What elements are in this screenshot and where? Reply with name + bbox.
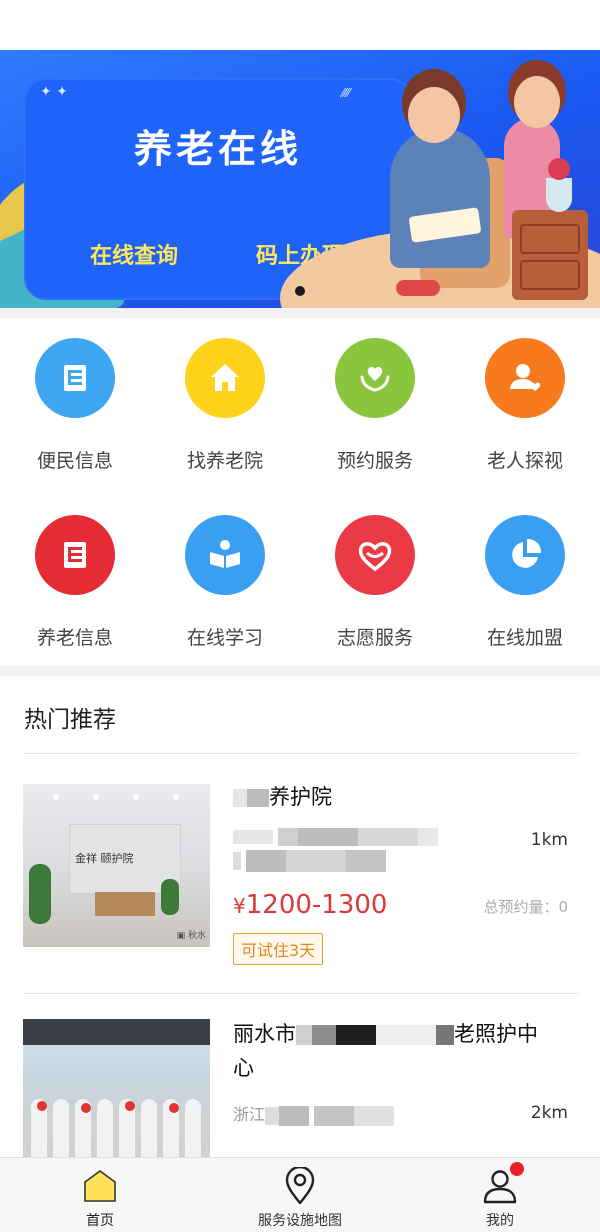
tab-label: 服务设施地图 <box>258 1213 342 1229</box>
pie-icon <box>485 515 565 595</box>
location-pin-icon <box>280 1166 320 1206</box>
service-label: 养老信息 <box>36 627 113 649</box>
heart-hands-icon <box>335 338 415 418</box>
facility-name: 丽水市 老照护中心 <box>233 1022 538 1080</box>
carousel-indicator[interactable] <box>0 281 600 300</box>
heart-icon <box>335 515 415 595</box>
service-label: 志愿服务 <box>336 627 413 649</box>
service-label: 便民信息 <box>36 450 113 472</box>
banner-title: 养老在线 <box>133 127 302 171</box>
banner-illustration <box>546 178 572 212</box>
document-icon <box>35 515 115 595</box>
notification-badge <box>510 1162 524 1176</box>
tab-mine[interactable]: 我的 <box>400 1158 600 1232</box>
service-find-nursing-home[interactable]: 找养老院 <box>150 338 300 473</box>
facility-distance: 2km <box>530 1103 568 1123</box>
service-convenience-info[interactable]: 便民信息 <box>0 338 150 473</box>
promo-banner[interactable]: ✦ ✦ ⁄⁄⁄⁄ 养老在线 在线查询 码上办理 <box>0 50 600 308</box>
service-online-learning[interactable]: 在线学习 <box>150 515 300 650</box>
home-icon <box>80 1166 120 1206</box>
banner-illustration <box>548 158 570 180</box>
facility-name: 养护院 <box>233 780 332 814</box>
person-heart-icon <box>485 338 565 418</box>
facility-address <box>233 826 439 872</box>
tab-label: 首页 <box>86 1213 114 1229</box>
service-label: 在线加盟 <box>486 627 563 649</box>
section-title: 热门推荐 <box>24 707 116 733</box>
sparkle-icon: ⁄⁄⁄⁄ <box>342 86 351 100</box>
online-query-link[interactable]: 在线查询 <box>90 238 178 270</box>
facility-photo <box>23 1019 210 1159</box>
tab-facility-map[interactable]: 服务设施地图 <box>200 1158 400 1232</box>
service-label: 预约服务 <box>336 450 413 472</box>
service-elder-visit[interactable]: 老人探视 <box>450 338 600 473</box>
facility-distance: 1km <box>530 830 568 850</box>
house-icon <box>185 338 265 418</box>
service-online-join[interactable]: 在线加盟 <box>450 515 600 650</box>
banner-illustration <box>390 128 490 268</box>
banner-illustration <box>514 76 560 128</box>
sparkle-icon: ✦ ✦ <box>40 84 68 100</box>
reading-icon <box>185 515 265 595</box>
status-bar <box>0 0 600 50</box>
facility-card[interactable]: 金祥 颐护院 ▣ 秋水 养护院 1km ¥1200-1300 总预约量：0 可试… <box>0 770 600 995</box>
facility-price: ¥1200-1300 <box>233 890 388 920</box>
facility-photo: 金祥 颐护院 ▣ 秋水 <box>23 784 210 947</box>
facility-card[interactable]: 丽水市 老照护中心 浙江 2km <box>0 1005 600 1159</box>
banner-illustration <box>408 87 460 143</box>
tab-label: 我的 <box>486 1213 514 1229</box>
service-appointment[interactable]: 预约服务 <box>300 338 450 473</box>
facility-address: 浙江 <box>233 1101 395 1126</box>
tab-home[interactable]: 首页 <box>0 1158 200 1232</box>
document-icon <box>35 338 115 418</box>
service-label: 老人探视 <box>486 450 563 472</box>
service-volunteer[interactable]: 志愿服务 <box>300 515 450 650</box>
trial-stay-badge: 可试住3天 <box>233 933 324 965</box>
bottom-tab-bar: 首页 服务设施地图 我的 <box>0 1157 600 1232</box>
service-label: 在线学习 <box>186 627 263 649</box>
service-label: 找养老院 <box>186 450 263 472</box>
facility-order-count: 总预约量：0 <box>483 898 568 916</box>
service-grid: 便民信息 找养老院 预约服务 老人探视 养老信息 在线学习 志愿服务 在线加盟 <box>0 318 600 666</box>
service-elderly-info[interactable]: 养老信息 <box>0 515 150 650</box>
